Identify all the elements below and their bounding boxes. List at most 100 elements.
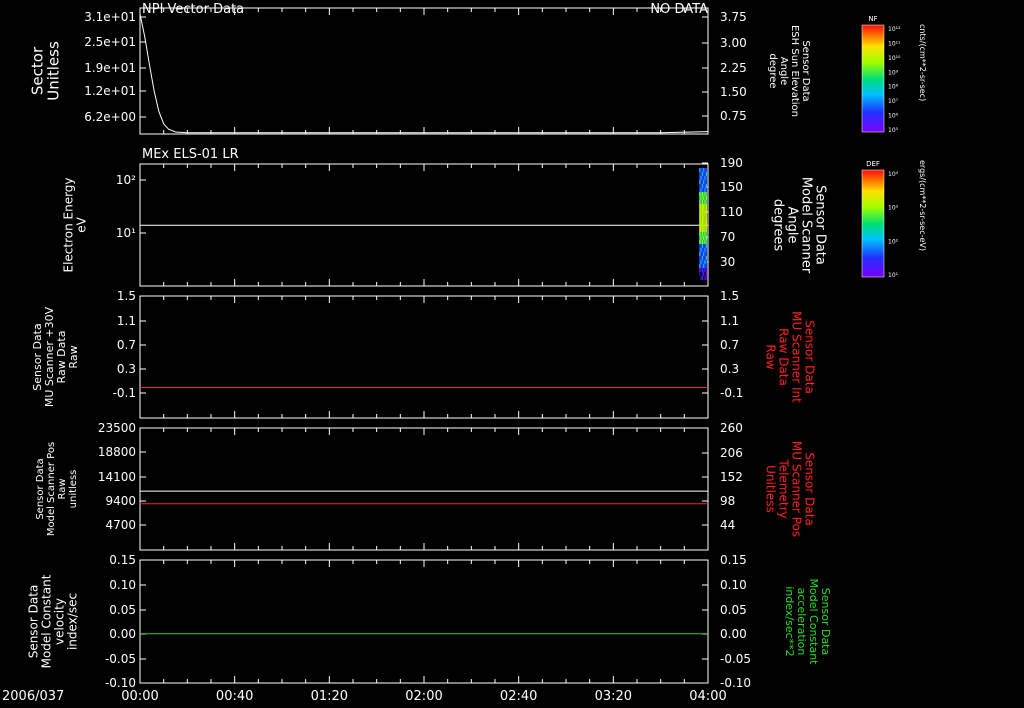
- heatmap-cell: [703, 256, 705, 260]
- right-tick-label: -0.1: [720, 386, 743, 400]
- left-tick-label: 0.00: [109, 627, 136, 641]
- right-tick-label: 70: [720, 230, 735, 244]
- heatmap-cell: [700, 224, 702, 228]
- left-tick-label: 0.15: [109, 553, 136, 567]
- heatmap-cell: [704, 216, 706, 220]
- right-tick-label: 98: [720, 494, 735, 508]
- panel-3: 1.5 1.1 0.7 0.3 -0.1 1.5 1.1 0.7 0.3 -0.1 Sensor D…: [31, 289, 816, 419]
- heatmap-cell: [700, 196, 702, 200]
- heatmap-cell: [701, 248, 704, 252]
- heatmap-cell: [700, 236, 702, 240]
- heatmap-cell: [699, 176, 701, 180]
- x-tick-label: 01:20: [311, 689, 348, 704]
- heatmap-cell: [699, 228, 701, 232]
- heatmap-cell: [700, 248, 702, 252]
- right-axis-label-line: index/sec**2: [783, 586, 796, 656]
- left-tick-label: 10²: [116, 173, 136, 187]
- heatmap-cell: [703, 228, 705, 232]
- right-axis-label-line: Sensor Data: [812, 185, 827, 265]
- panel-2: 10² 10¹ 190 150 110 70 30 Electron Energy eV Sens…: [62, 156, 827, 287]
- heatmap-cell: [699, 232, 701, 236]
- right-tick-label: 190: [720, 156, 743, 170]
- right-tick-label: 0.00: [720, 627, 747, 641]
- colorbar-tick-label: 10⁵: [888, 127, 899, 134]
- heatmap-cell: [699, 252, 701, 256]
- heatmap-cell: [703, 240, 705, 244]
- left-tick-label: 18800: [98, 445, 136, 459]
- heatmap-cell: [705, 188, 707, 192]
- heatmap-cell: [704, 256, 706, 260]
- heatmap-cell: [701, 276, 704, 280]
- heatmap-cell: [699, 240, 701, 244]
- heatmap-cell: [701, 268, 704, 272]
- chart-canvas: NPI Vector Data NO DATA MEx ELS-01 LR 20…: [2, 2, 927, 704]
- left-axis-label-line: Electron Energy: [62, 177, 76, 272]
- heatmap-cell: [703, 172, 705, 176]
- heatmap-cell: [701, 204, 704, 208]
- heatmap-cell: [703, 200, 705, 204]
- heatmap-cell: [699, 256, 701, 260]
- heatmap-cell: [699, 268, 701, 272]
- right-tick-label: 110: [720, 205, 743, 219]
- heatmap-cell: [700, 268, 702, 272]
- left-tick-label: -0.10: [105, 676, 136, 690]
- colorbar-tick-label: 10⁴: [888, 171, 899, 178]
- left-axis-label-line: unitless: [68, 470, 79, 509]
- right-tick-label: 260: [720, 421, 743, 435]
- colorbar-nf: NF 10¹² 10¹¹ 10¹⁰ 10⁹ 10⁸ 10⁷ 10⁶ 10⁵ cnts/(cm*…: [861, 15, 927, 134]
- heatmap-cell: [704, 204, 706, 208]
- heatmap-cell: [705, 224, 707, 228]
- right-axis-label-line: Raw: [763, 344, 777, 369]
- colorbar-nf-scale: [861, 24, 885, 133]
- right-axis-label-line: Sensor Data: [802, 320, 816, 394]
- right-tick-label: 0.10: [720, 578, 747, 592]
- colorbar-tick-label: 10⁶: [888, 113, 899, 120]
- heatmap-cell: [700, 176, 702, 180]
- left-axis-label-line: Model Scanner Pos: [46, 442, 57, 536]
- heatmap-cell: [704, 172, 706, 176]
- heatmap-cell: [705, 180, 707, 184]
- left-tick-label: 1.2e+01: [84, 84, 136, 98]
- left-tick-label: 10¹: [116, 226, 136, 240]
- left-axis-label-line: eV: [75, 216, 89, 232]
- heatmap-cell: [701, 256, 704, 260]
- heatmap-cell: [701, 228, 704, 232]
- heatmap-cell: [703, 252, 705, 256]
- heatmap-cell: [700, 216, 702, 220]
- heatmap-cell: [704, 240, 706, 244]
- colorbar-def-units: ergs/(cm**2-sr-sec-eV): [918, 160, 927, 251]
- heatmap-cell: [703, 188, 705, 192]
- colorbar-tick-label: 10⁷: [888, 98, 899, 105]
- panel-2-title: MEx ELS-01 LR: [142, 147, 239, 162]
- heatmap-cell: [701, 260, 704, 264]
- heatmap-cell: [704, 276, 706, 280]
- heatmap-cell: [703, 176, 705, 180]
- heatmap-cell: [700, 228, 702, 232]
- heatmap-cell: [705, 172, 707, 176]
- heatmap-cell: [701, 216, 704, 220]
- left-axis-label-line: Sensor Data: [35, 458, 46, 519]
- heatmap-cell: [705, 240, 707, 244]
- left-axis-label-line: Raw: [67, 345, 80, 368]
- heatmap-cell: [705, 252, 707, 256]
- left-axis-label: SectorUnitless: [28, 41, 62, 101]
- right-axis-label-line: Raw Data: [776, 328, 790, 386]
- heatmap-cell: [704, 212, 706, 216]
- right-tick-label: 44: [720, 518, 735, 532]
- heatmap-cell: [699, 204, 701, 208]
- heatmap-cell: [705, 196, 707, 200]
- heatmap-cell: [701, 192, 704, 196]
- heatmap-cell: [699, 248, 701, 252]
- colorbar-def: DEF 10⁴ 10³ 10² 10¹ ergs/(cm**2-sr-sec-eV): [861, 160, 927, 279]
- left-tick-label: 1.9e+01: [84, 61, 136, 75]
- heatmap-cell: [699, 208, 701, 212]
- heatmap-cell: [701, 220, 704, 224]
- left-tick-label: 3.1e+01: [84, 10, 136, 24]
- heatmap-cell: [705, 228, 707, 232]
- heatmap-cell: [699, 192, 701, 196]
- right-tick-label: 0.05: [720, 603, 747, 617]
- heatmap-cell: [705, 244, 707, 248]
- x-tick-label: 03:20: [595, 689, 632, 704]
- colorbar-tick-label: 10¹⁰: [888, 55, 901, 62]
- heatmap-cell: [700, 188, 702, 192]
